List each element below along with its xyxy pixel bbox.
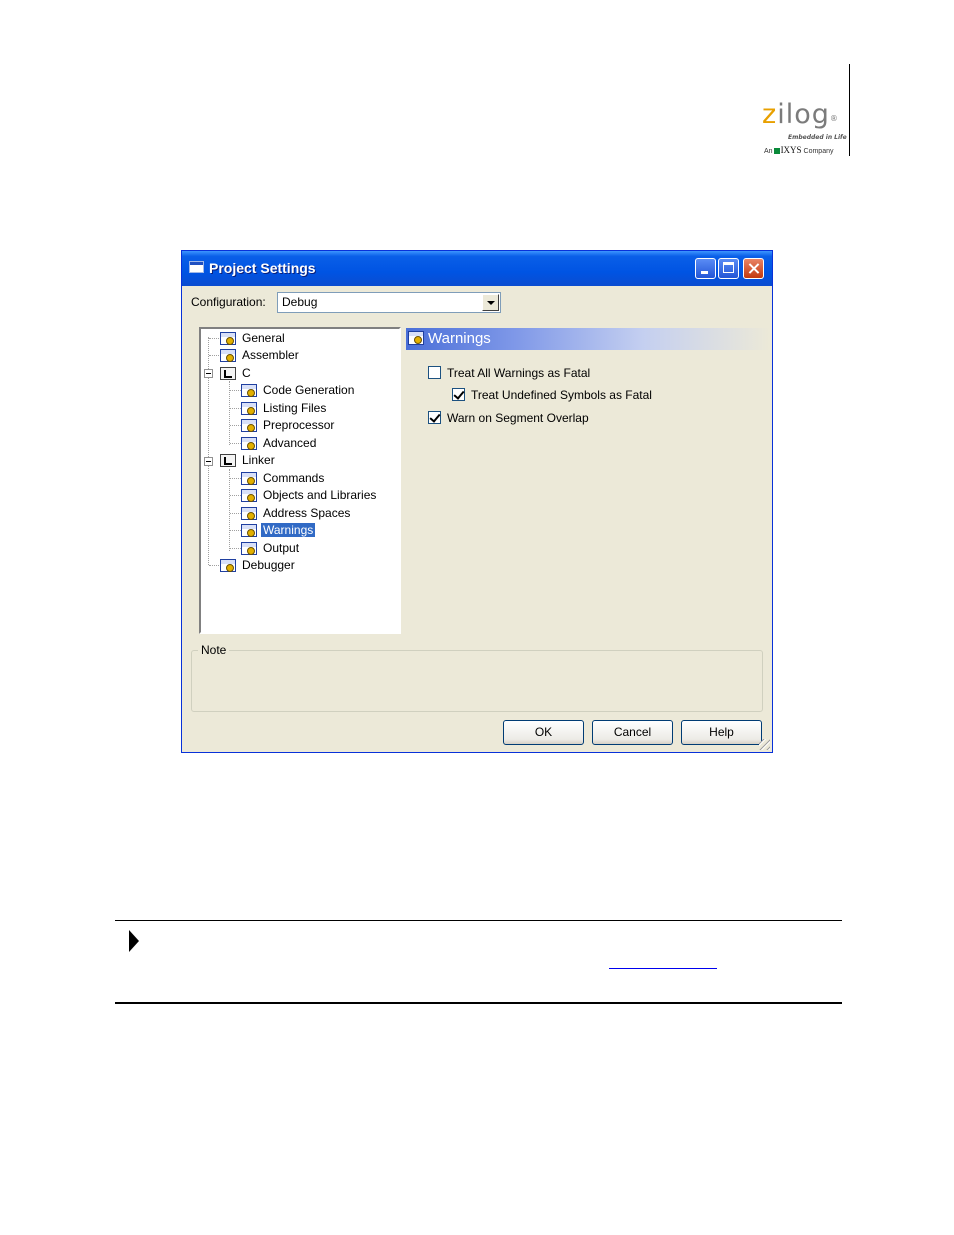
settings-gear-icon: [241, 472, 257, 486]
configuration-label: Configuration:: [191, 295, 266, 309]
settings-tree[interactable]: General Assembler C Code Generation List…: [199, 327, 401, 634]
tree-line: [230, 425, 241, 427]
tree-item-assembler[interactable]: Assembler: [220, 347, 301, 364]
tree-item-commands[interactable]: Commands: [241, 470, 326, 487]
tree-item-c[interactable]: C: [220, 365, 253, 382]
tree-line: [230, 390, 241, 392]
minimize-icon[interactable]: [695, 258, 716, 279]
settings-gear-icon: [241, 437, 257, 451]
cancel-button[interactable]: Cancel: [592, 720, 673, 745]
settings-gear-icon: [241, 402, 257, 416]
settings-gear-icon: [241, 419, 257, 433]
panel-title: Warnings: [428, 330, 491, 347]
panel-header: Warnings: [406, 328, 770, 350]
note-arrow-icon: [129, 930, 139, 952]
checkbox-checked-icon[interactable]: [452, 388, 465, 402]
treat-all-warnings-fatal-checkbox[interactable]: Treat All Warnings as Fatal: [428, 365, 590, 380]
tree-item-preprocessor[interactable]: Preprocessor: [241, 417, 336, 434]
cross-reference-link[interactable]: [609, 956, 717, 969]
window-title: Project Settings: [209, 260, 316, 276]
folder-icon: [220, 454, 236, 468]
help-button[interactable]: Help: [681, 720, 762, 745]
title-bar[interactable]: Project Settings: [182, 251, 772, 286]
tree-item-code-generation[interactable]: Code Generation: [241, 382, 356, 399]
project-settings-dialog: Project Settings Configuration: Debug Ge…: [181, 250, 773, 753]
settings-gear-icon: [241, 524, 257, 538]
settings-gear-icon: [220, 559, 236, 573]
tree-item-advanced[interactable]: Advanced: [241, 435, 318, 452]
collapse-linker-icon[interactable]: [204, 457, 213, 466]
tree-item-warnings[interactable]: Warnings: [241, 522, 316, 539]
note-bottom-rule: [115, 1002, 842, 1004]
tree-item-listing-files[interactable]: Listing Files: [241, 400, 328, 417]
ixys-square-icon: [773, 148, 780, 155]
tree-item-output[interactable]: Output: [241, 540, 301, 557]
tree-item-linker[interactable]: Linker: [220, 452, 277, 469]
header-divider: [849, 64, 850, 156]
tree-line: [229, 469, 231, 551]
settings-gear-icon: [241, 542, 257, 556]
settings-gear-icon: [220, 349, 236, 363]
tree-line: [230, 495, 241, 497]
settings-gear-icon: [241, 489, 257, 503]
zilog-logo: zilog®: [762, 99, 839, 130]
warn-segment-overlap-checkbox[interactable]: Warn on Segment Overlap: [428, 410, 589, 425]
tree-line: [230, 530, 241, 532]
tree-item-objects-and-libraries[interactable]: Objects and Libraries: [241, 487, 378, 504]
settings-gear-icon: [408, 331, 424, 345]
configuration-select[interactable]: Debug: [277, 292, 501, 313]
settings-gear-icon: [241, 507, 257, 521]
note-label: Note: [198, 643, 230, 657]
settings-gear-icon: [241, 384, 257, 398]
treat-undefined-symbols-fatal-checkbox[interactable]: Treat Undefined Symbols as Fatal: [452, 387, 652, 402]
tree-line: [230, 443, 241, 445]
note-top-rule: [115, 920, 842, 921]
tree-line: [230, 513, 241, 515]
folder-icon: [220, 367, 236, 381]
note-group: Note: [191, 643, 763, 712]
checkbox-unchecked-icon[interactable]: [428, 366, 441, 380]
collapse-c-icon[interactable]: [204, 369, 213, 378]
close-icon[interactable]: [743, 258, 764, 279]
resize-grip-icon[interactable]: [759, 739, 770, 750]
configuration-value: Debug: [282, 295, 318, 309]
logo-tagline: Embedded in Life: [788, 134, 847, 141]
chevron-down-icon[interactable]: [482, 294, 499, 311]
settings-gear-icon: [220, 332, 236, 346]
tree-line: [230, 478, 241, 480]
ok-button[interactable]: OK: [503, 720, 584, 745]
tree-item-address-spaces[interactable]: Address Spaces: [241, 505, 352, 522]
tree-item-general[interactable]: General: [220, 330, 287, 347]
tree-line: [230, 548, 241, 550]
checkbox-checked-icon[interactable]: [428, 411, 441, 425]
logo-company-line: An IXYS Company: [764, 145, 834, 155]
tree-line: [230, 408, 241, 410]
tree-item-debugger[interactable]: Debugger: [220, 557, 297, 574]
maximize-icon[interactable]: [718, 258, 739, 279]
window-icon: [189, 261, 204, 273]
